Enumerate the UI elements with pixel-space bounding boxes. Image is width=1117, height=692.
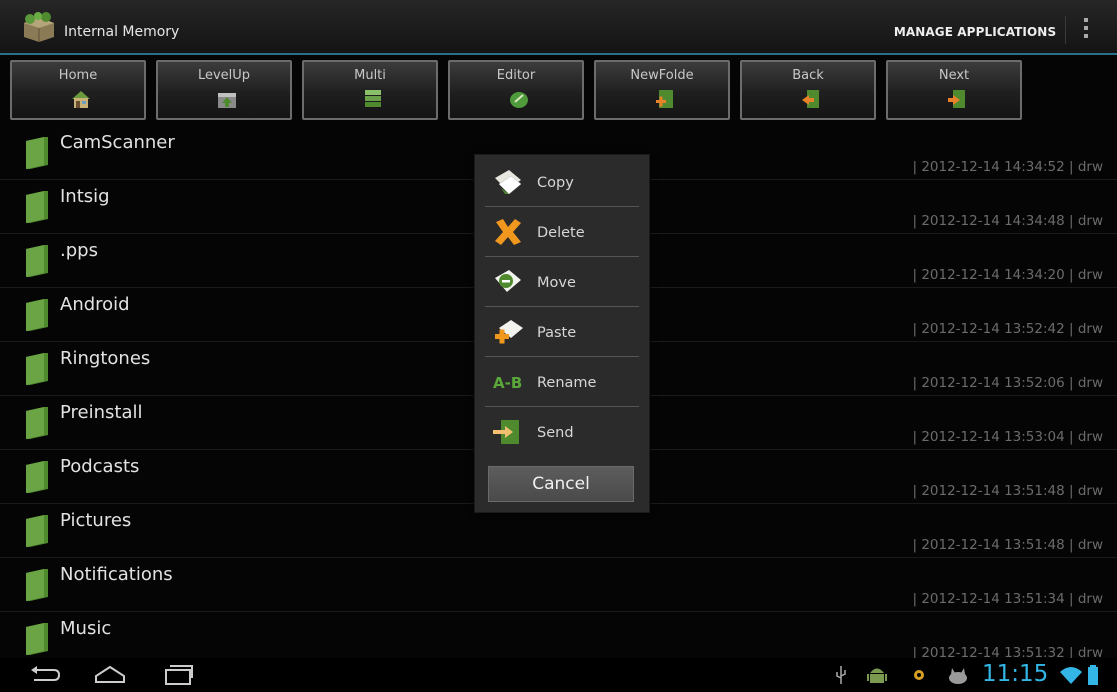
new-folder-icon: [656, 90, 673, 108]
folder-icon: [26, 407, 48, 439]
file-row[interactable]: Notifications | 2012-12-14 13:51:34 | dr…: [0, 558, 1117, 612]
folder-icon: [26, 191, 48, 223]
app-logo-icon[interactable]: [20, 11, 58, 43]
next-button-label: Next: [938, 68, 970, 83]
file-name: Notifications: [60, 564, 173, 585]
file-name: Android: [60, 294, 130, 315]
system-navigation-bar: 11:15: [0, 658, 1117, 692]
file-name: Music: [60, 618, 112, 639]
editor-button-label: Editor: [496, 68, 536, 83]
back-nav-icon[interactable]: [28, 662, 62, 688]
file-name: Pictures: [60, 510, 132, 531]
menu-item-label: Send: [537, 425, 574, 441]
multi-button-label: Multi: [354, 68, 386, 83]
levelup-button-label: LevelUp: [197, 68, 251, 83]
recent-apps-icon[interactable]: [162, 662, 194, 688]
file-meta: | 2012-12-14 14:34:52 | drw: [912, 159, 1103, 175]
new-folder-button-label: NewFolde: [630, 68, 694, 83]
folder-icon: [26, 137, 48, 169]
home-icon: [72, 91, 90, 108]
menu-item-label: Move: [537, 275, 576, 291]
file-name: Ringtones: [60, 348, 151, 369]
file-meta: | 2012-12-14 13:52:42 | drw: [912, 321, 1103, 337]
file-meta: | 2012-12-14 13:51:32 | drw: [912, 645, 1103, 658]
editor-button[interactable]: Editor: [448, 60, 584, 120]
folder-icon: [26, 569, 48, 601]
file-meta: | 2012-12-14 13:51:48 | drw: [912, 483, 1103, 499]
clock: 11:15: [982, 661, 1049, 687]
levelup-button[interactable]: LevelUp: [156, 60, 292, 120]
android-icon: [867, 668, 887, 683]
action-bar: Internal Memory MANAGE APPLICATIONS: [0, 0, 1117, 55]
menu-item-label: Paste: [537, 325, 577, 341]
menu-item-rename[interactable]: A-B Rename: [475, 357, 649, 407]
level-up-icon: [218, 93, 236, 108]
multi-button[interactable]: Multi: [302, 60, 438, 120]
menu-item-label: Delete: [537, 225, 585, 241]
next-icon: [948, 90, 965, 108]
file-meta: | 2012-12-14 14:34:20 | drw: [912, 267, 1103, 283]
move-icon: [495, 270, 521, 292]
editor-icon: [510, 92, 528, 108]
file-meta: | 2012-12-14 13:51:48 | drw: [912, 537, 1103, 553]
file-meta: | 2012-12-14 14:34:48 | drw: [912, 213, 1103, 229]
file-meta: | 2012-12-14 13:53:04 | drw: [912, 429, 1103, 445]
menu-item-label: Copy: [537, 175, 574, 191]
cancel-button[interactable]: Cancel: [488, 466, 634, 502]
file-name: Preinstall: [60, 402, 143, 423]
settings-notification-icon: [914, 670, 924, 680]
menu-item-delete[interactable]: Delete: [475, 207, 649, 257]
file-name: .pps: [60, 240, 98, 261]
file-name: Intsig: [60, 186, 110, 207]
file-meta: | 2012-12-14 13:52:06 | drw: [912, 375, 1103, 391]
back-button-label: Back: [792, 68, 824, 83]
menu-item-label: Rename: [537, 375, 597, 391]
home-nav-icon[interactable]: [92, 662, 128, 688]
menu-item-move[interactable]: Move: [475, 257, 649, 307]
wifi-icon: [1060, 667, 1082, 684]
cat-notification-icon: [949, 668, 967, 684]
app-title: Internal Memory: [64, 24, 180, 40]
home-button-label: Home: [58, 68, 98, 83]
toolbar: Home LevelUp Multi Editor NewFolde Back …: [6, 57, 1117, 123]
folder-icon: [26, 623, 48, 655]
menu-item-send[interactable]: Send: [475, 407, 649, 457]
new-folder-button[interactable]: NewFolde: [594, 60, 730, 120]
manage-applications-button[interactable]: MANAGE APPLICATIONS: [884, 14, 1066, 50]
file-manager-screen: Internal Memory MANAGE APPLICATIONS Home…: [0, 0, 1117, 692]
multi-select-icon: [365, 90, 381, 107]
folder-icon: [26, 353, 48, 385]
svg-text:A-B: A-B: [493, 374, 522, 392]
rename-icon: A-B: [493, 374, 522, 392]
folder-icon: [26, 299, 48, 331]
menu-item-paste[interactable]: Paste: [475, 307, 649, 357]
back-icon: [802, 90, 819, 108]
battery-icon: [1088, 665, 1098, 685]
next-button[interactable]: Next: [886, 60, 1022, 120]
file-meta: | 2012-12-14 13:51:34 | drw: [912, 591, 1103, 607]
back-button[interactable]: Back: [740, 60, 876, 120]
usb-icon: [836, 666, 846, 684]
overflow-menu-icon[interactable]: [1076, 18, 1096, 48]
action-bar-divider: [1065, 16, 1066, 44]
file-name: Podcasts: [60, 456, 140, 477]
file-name: CamScanner: [60, 132, 175, 153]
home-button[interactable]: Home: [10, 60, 146, 120]
context-menu: Copy Delete Move Paste A-B Rename Send C…: [474, 154, 650, 513]
send-icon: [493, 420, 519, 444]
delete-icon: [495, 219, 521, 245]
folder-icon: [26, 461, 48, 493]
file-row[interactable]: Music | 2012-12-14 13:51:32 | drw: [0, 612, 1117, 658]
paste-icon: [495, 320, 523, 344]
folder-icon: [26, 515, 48, 547]
folder-icon: [26, 245, 48, 277]
menu-item-copy[interactable]: Copy: [475, 157, 649, 207]
copy-icon: [495, 170, 522, 195]
